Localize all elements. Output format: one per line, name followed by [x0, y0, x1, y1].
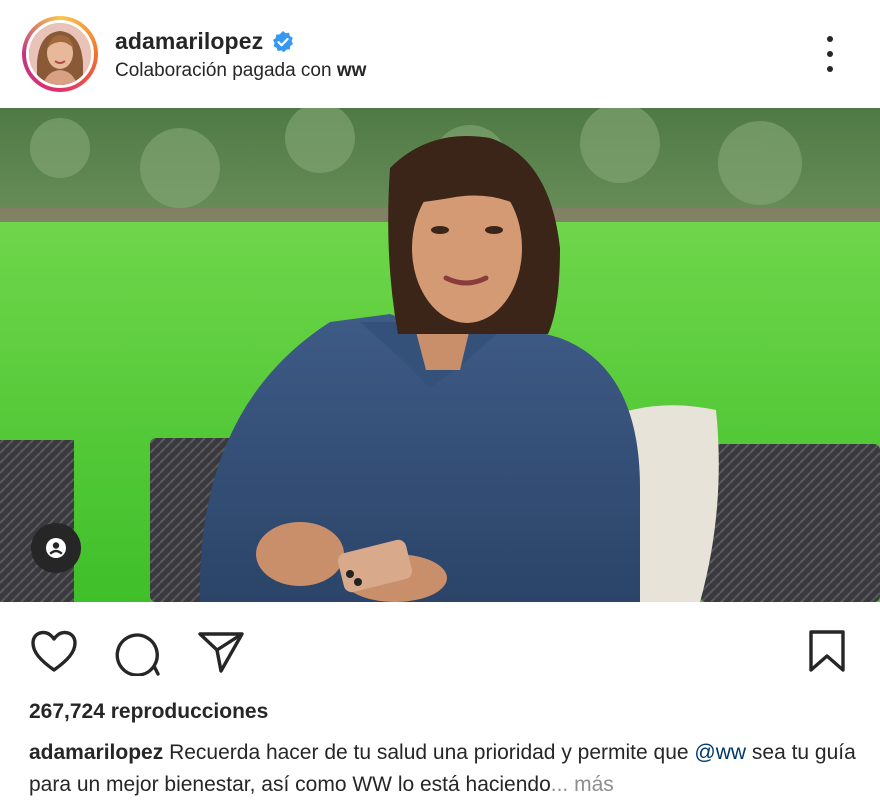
caption-text-1: Recuerda hacer de tu salud una prioridad… [169, 741, 689, 764]
story-ring[interactable] [22, 16, 98, 92]
partner-name[interactable]: ww [337, 60, 367, 81]
post-header: adamarilopez Colaboración pagada con ww [0, 0, 880, 108]
post-video[interactable] [0, 108, 880, 602]
verified-badge-icon [273, 30, 294, 52]
tagged-users-button[interactable] [31, 523, 81, 573]
post-actions [0, 602, 880, 692]
send-icon[interactable] [197, 630, 245, 674]
view-count[interactable]: 267,724 reproducciones [29, 700, 268, 724]
avatar-image [29, 23, 91, 85]
user-icon [46, 538, 66, 558]
caption-username[interactable]: adamarilopez [29, 741, 163, 764]
caption-more-link[interactable]: ... más [551, 773, 614, 796]
caption-mention[interactable]: @ww [694, 741, 746, 764]
username[interactable]: adamarilopez [115, 28, 263, 55]
paid-partnership-line: Colaboración pagada con ww [115, 60, 366, 82]
paid-partnership-label: Colaboración pagada con [115, 60, 332, 81]
heart-icon[interactable] [30, 630, 78, 674]
bookmark-icon[interactable] [808, 629, 846, 673]
post-caption: adamarilopez Recuerda hacer de tu salud … [29, 737, 859, 801]
comment-icon[interactable] [114, 630, 160, 676]
more-options-icon[interactable] [818, 36, 842, 72]
video-frame [0, 108, 880, 602]
username-row: adamarilopez [115, 28, 295, 55]
avatar[interactable] [26, 20, 94, 88]
